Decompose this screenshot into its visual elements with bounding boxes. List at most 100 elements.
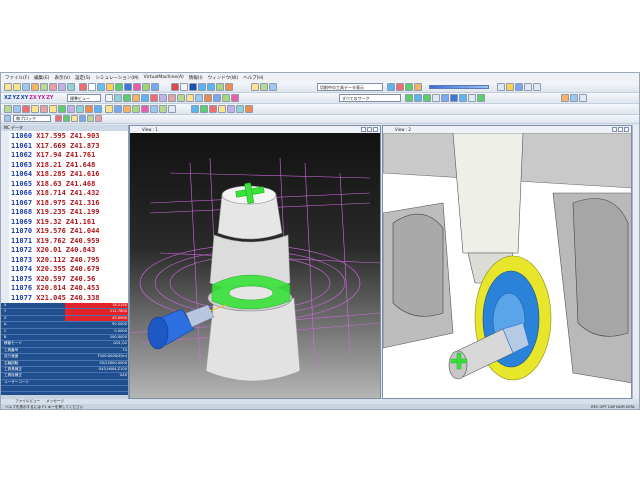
section-icon[interactable] — [269, 83, 277, 91]
chart-icon[interactable] — [123, 105, 131, 113]
work-color-icon[interactable] — [423, 94, 431, 102]
ruler-icon[interactable] — [251, 83, 259, 91]
record-icon[interactable] — [133, 83, 141, 91]
import-icon[interactable] — [31, 83, 39, 91]
compare-icon[interactable] — [231, 94, 239, 102]
block-mark-icon[interactable] — [95, 115, 102, 122]
delete-icon[interactable] — [22, 105, 30, 113]
nc-line[interactable]: 11075 X20.597 Z40.56 — [11, 275, 128, 285]
spindle-icon[interactable] — [213, 94, 221, 102]
tool-wear-icon[interactable] — [245, 105, 253, 113]
block-select[interactable]: 毎ブロック — [13, 115, 51, 122]
settings-icon[interactable] — [49, 83, 57, 91]
work-trans-icon[interactable] — [468, 94, 476, 102]
stock-icon[interactable] — [195, 94, 203, 102]
nc-line[interactable]: 11064 X18.285 Z41.616 — [11, 170, 128, 180]
report-icon[interactable] — [132, 105, 140, 113]
highlight-icon[interactable] — [186, 94, 194, 102]
nc-line[interactable]: 11066 X18.714 Z41.432 — [11, 189, 128, 199]
work-shade-icon[interactable] — [441, 94, 449, 102]
holder-icon[interactable] — [200, 105, 208, 113]
note-icon[interactable] — [31, 105, 39, 113]
probe-icon[interactable] — [260, 83, 268, 91]
tool-change-icon[interactable] — [209, 105, 217, 113]
block-end-icon[interactable] — [87, 115, 94, 122]
menu-info[interactable]: 情報(I) — [189, 75, 203, 81]
work-solid-icon[interactable] — [450, 94, 458, 102]
nc-line[interactable]: 11069 X19.32 Z41.161 — [11, 218, 128, 228]
nc-code-list[interactable]: 11060 X17.595 Z41.903 11061 X17.669 Z41.8… — [11, 132, 128, 332]
nc-icon[interactable] — [67, 105, 75, 113]
goto-icon[interactable] — [58, 105, 66, 113]
list-icon[interactable] — [76, 105, 84, 113]
play-icon[interactable] — [115, 83, 123, 91]
machine-icon[interactable] — [58, 83, 66, 91]
save-icon[interactable] — [22, 83, 30, 91]
snapshot-icon[interactable] — [570, 94, 578, 102]
error-icon[interactable] — [141, 105, 149, 113]
nc-line[interactable]: 11072 X20.01 Z40.843 — [11, 246, 128, 256]
blank-icon[interactable] — [88, 83, 96, 91]
nc-line[interactable]: 11073 X20.112 Z40.795 — [11, 256, 128, 266]
view-xy-button[interactable]: XY — [21, 94, 28, 103]
nc-line[interactable]: 11062 X17.94 Z41.761 — [11, 151, 128, 161]
tool-icon[interactable] — [67, 83, 75, 91]
work-edge-icon[interactable] — [459, 94, 467, 102]
view-1[interactable]: View : 1 — [129, 125, 381, 399]
print-icon[interactable] — [561, 94, 569, 102]
section-view-icon[interactable] — [177, 94, 185, 102]
pan-icon[interactable] — [114, 94, 122, 102]
view-2-maximize-button[interactable] — [618, 127, 623, 132]
machine-view-icon[interactable] — [151, 83, 159, 91]
view-2[interactable]: View : 2 — [382, 125, 632, 399]
side-icon[interactable] — [159, 94, 167, 102]
view-yx-button[interactable]: YX — [38, 94, 45, 103]
info-icon[interactable] — [114, 105, 122, 113]
work-diff-icon[interactable] — [477, 94, 485, 102]
options-icon[interactable] — [579, 94, 587, 102]
replace-icon[interactable] — [94, 105, 102, 113]
block-pause-icon[interactable] — [71, 115, 78, 122]
tool-list-icon[interactable] — [191, 105, 199, 113]
tool-light-icon[interactable] — [218, 105, 226, 113]
top-icon[interactable] — [150, 94, 158, 102]
nc-line[interactable]: 11077 X21.045 Z40.338 — [11, 294, 128, 304]
fixture-icon[interactable] — [204, 94, 212, 102]
tool-db-icon[interactable] — [236, 105, 244, 113]
grid-icon[interactable] — [497, 83, 505, 91]
pause-icon[interactable] — [106, 83, 114, 91]
block-run-icon[interactable] — [63, 115, 70, 122]
nc-line[interactable]: 11065 X18.63 Z41.468 — [11, 180, 128, 190]
warning-icon[interactable] — [105, 105, 113, 113]
wire-icon[interactable] — [524, 83, 532, 91]
nc-line[interactable]: 11061 X17.669 Z41.873 — [11, 142, 128, 152]
run-icon[interactable] — [171, 83, 179, 91]
filter-icon[interactable] — [168, 105, 176, 113]
nc-line[interactable]: 11067 X18.975 Z41.316 — [11, 199, 128, 209]
fast-forward-icon[interactable] — [124, 83, 132, 91]
view-1-maximize-button[interactable] — [367, 127, 372, 132]
stop-icon[interactable] — [79, 83, 87, 91]
loop-icon[interactable] — [216, 83, 224, 91]
block-step-icon[interactable] — [79, 115, 86, 122]
collision-icon[interactable] — [225, 83, 233, 91]
tool-prop-icon[interactable] — [227, 105, 235, 113]
front-icon[interactable] — [141, 94, 149, 102]
step-icon[interactable] — [97, 83, 105, 91]
menu-virtualmachine[interactable]: VirtualMachine(A) — [144, 75, 184, 80]
open-icon[interactable] — [4, 83, 12, 91]
log-icon[interactable] — [150, 105, 158, 113]
single-block-icon[interactable] — [189, 83, 197, 91]
tool-data-select[interactable]: 切削中の工具データ表示 — [317, 83, 383, 91]
reset-icon[interactable] — [180, 83, 188, 91]
export-icon[interactable] — [40, 83, 48, 91]
view-select[interactable]: 標準ビュー — [67, 94, 101, 102]
work-grid-icon[interactable] — [432, 94, 440, 102]
fit-icon[interactable] — [123, 94, 131, 102]
move-icon[interactable] — [4, 105, 12, 113]
block-mode-icon[interactable] — [4, 115, 11, 122]
view-2-close-button[interactable] — [624, 127, 629, 132]
layers-icon[interactable] — [533, 83, 541, 91]
work-hide-icon[interactable] — [414, 94, 422, 102]
find-icon[interactable] — [85, 105, 93, 113]
